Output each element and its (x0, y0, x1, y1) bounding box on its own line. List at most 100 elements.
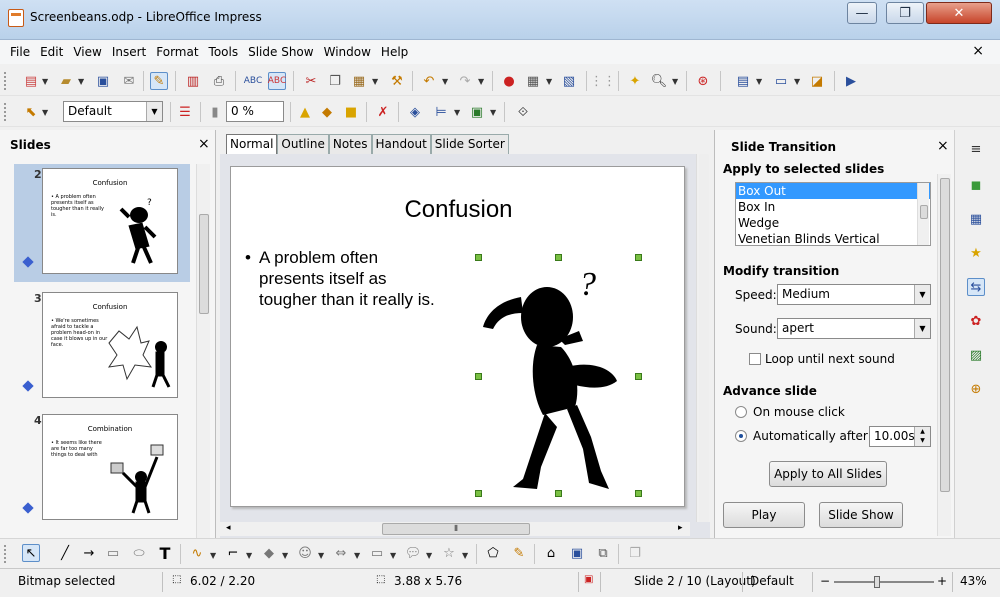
chevron-down-icon[interactable]: ▼ (390, 551, 396, 560)
redo-icon[interactable]: ↷ (456, 72, 474, 90)
slide-thumbnail-3[interactable]: 3 Confusion • We're sometimes afraid to … (14, 288, 190, 406)
chevron-down-icon[interactable]: ▼ (78, 77, 84, 86)
email-icon[interactable]: ✉ (120, 72, 138, 90)
close-slides-pane-icon[interactable]: × (198, 136, 210, 152)
spellcheck-icon[interactable]: ABC (244, 72, 262, 90)
select-arrow-style-icon[interactable]: ⬉ (22, 103, 40, 121)
stars-icon[interactable]: ☆ (440, 544, 458, 562)
close-window-button[interactable]: ✕ (926, 2, 992, 24)
grid-icon[interactable]: ⋮⋮ (590, 72, 616, 90)
copy-icon[interactable]: ❐ (326, 72, 344, 90)
text-tool-icon[interactable]: T (156, 544, 174, 563)
minimize-button[interactable]: — (847, 2, 877, 24)
effects-list-scrollbar[interactable] (917, 183, 929, 245)
sound-select[interactable]: apert ▼ (777, 318, 931, 339)
callouts-icon[interactable]: 💬︎ (404, 544, 422, 562)
transparency-spinbox[interactable]: 0 % (226, 101, 284, 122)
points-icon[interactable]: ⬠ (484, 544, 502, 562)
symbol-shapes-icon[interactable]: ☺ (296, 544, 314, 562)
speed-select[interactable]: Medium ▼ (777, 284, 931, 305)
scrollbar-thumb[interactable] (940, 178, 950, 492)
selection-handle[interactable] (635, 373, 642, 380)
menu-window[interactable]: Window (320, 45, 375, 59)
scrollbar-thumb[interactable] (199, 214, 209, 314)
properties-cube-icon[interactable]: ◼ (967, 176, 985, 194)
flowchart-icon[interactable]: ▭ (368, 544, 386, 562)
line-arrow-icon[interactable]: → (80, 544, 98, 562)
ellipse-icon[interactable]: ⬭ (130, 544, 148, 562)
slide-canvas[interactable]: Confusion • A problem often presents itse… (230, 166, 685, 507)
chevron-down-icon[interactable]: ▼ (756, 77, 762, 86)
tab-slide-sorter[interactable]: Slide Sorter (430, 134, 509, 154)
tab-handout[interactable]: Handout (371, 134, 431, 154)
selection-handle[interactable] (475, 254, 482, 261)
line-style-icon[interactable]: ☰ (176, 103, 194, 121)
chevron-down-icon[interactable]: ▼ (282, 551, 288, 560)
chevron-down-icon[interactable]: ▼ (914, 319, 930, 338)
start-slideshow-icon[interactable]: ▶ (842, 72, 860, 90)
advance-time-spinbox[interactable]: 10.00sec ▲ ▼ (869, 426, 931, 447)
menu-format[interactable]: Format (152, 45, 202, 59)
selection-handle[interactable] (635, 490, 642, 497)
slide-layout-icon[interactable]: ▭ (772, 72, 790, 90)
fontwork-icon[interactable]: ⌂ (542, 544, 560, 562)
autospellcheck-icon[interactable]: ABC (268, 72, 286, 90)
save-icon[interactable]: ▣ (94, 72, 112, 90)
connector-icon[interactable]: ⌐ (224, 544, 242, 562)
zoom-slider-thumb[interactable] (874, 576, 880, 588)
style-combobox[interactable]: Default ▼ (63, 101, 163, 122)
toolbar-grip[interactable] (4, 103, 8, 121)
effect-box-out[interactable]: Box Out (736, 183, 930, 199)
table-icon[interactable]: ▦ (524, 72, 542, 90)
master-pages-icon[interactable]: ▦ (967, 210, 985, 228)
scrollbar-thumb[interactable] (920, 205, 928, 219)
chevron-down-icon[interactable]: ▼ (454, 108, 460, 117)
tab-notes[interactable]: Notes (328, 134, 372, 154)
chevron-down-icon[interactable]: ▼ (42, 77, 48, 86)
fill-color-icon[interactable]: ◆ (318, 103, 336, 121)
sidebar-menu-icon[interactable]: ≡ (967, 140, 985, 158)
menu-tools[interactable]: Tools (205, 45, 243, 59)
zoom-slider[interactable] (834, 576, 934, 588)
selection-handle[interactable] (635, 254, 642, 261)
crop-icon[interactable]: ✗ (374, 103, 392, 121)
open-folder-icon[interactable]: ▰ (57, 72, 75, 90)
new-document-icon[interactable]: ▤ (22, 72, 40, 90)
chevron-down-icon[interactable]: ▼ (914, 285, 930, 304)
edit-file-icon[interactable]: ✎ (150, 72, 168, 90)
close-transition-pane-icon[interactable]: × (937, 138, 949, 154)
styles-icon[interactable]: ✿ (967, 312, 985, 330)
chevron-down-icon[interactable]: ▼ (546, 77, 552, 86)
menu-slide-show[interactable]: Slide Show (244, 45, 317, 59)
chevron-down-icon[interactable]: ▼ (672, 77, 678, 86)
chevron-down-icon[interactable]: ▼ (146, 102, 162, 121)
arrange-icon[interactable]: ▣ (468, 103, 486, 121)
menu-edit[interactable]: Edit (36, 45, 67, 59)
undo-icon[interactable]: ↶ (420, 72, 438, 90)
glue-points-icon[interactable]: ✎ (510, 544, 528, 562)
align-icon[interactable]: ⊨ (432, 103, 450, 121)
print-icon[interactable]: ⎙ (210, 72, 228, 90)
apply-to-all-slides-button[interactable]: Apply to All Slides (769, 461, 887, 487)
toolbar-grip[interactable] (4, 72, 8, 90)
document-modified-icon[interactable]: ▣ (584, 574, 593, 585)
navigator-compass-icon[interactable]: ⊕ (967, 380, 985, 398)
selection-handle[interactable] (475, 490, 482, 497)
confused-figure-image[interactable]: ? (479, 257, 643, 497)
scroll-right-icon[interactable]: ▸ (678, 523, 683, 533)
zoom-level[interactable]: 43% (960, 574, 987, 588)
zoom-icon[interactable]: 🔍︎ (650, 72, 668, 90)
selection-handle[interactable] (555, 490, 562, 497)
maximize-button[interactable]: ❐ (886, 2, 924, 24)
automatically-after-radio[interactable] (735, 430, 747, 442)
chart-icon[interactable]: ● (500, 72, 518, 90)
chevron-down-icon[interactable]: ▼ (372, 77, 378, 86)
transparency-icon[interactable]: ▮ (206, 103, 224, 121)
effects-star-icon[interactable]: ✦ (626, 72, 644, 90)
slide-transition-icon[interactable]: ⇆ (967, 278, 985, 296)
slides-pane-scrollbar[interactable] (196, 164, 210, 538)
scrollbar-thumb[interactable]: ⦀ (382, 523, 530, 535)
chevron-down-icon[interactable]: ▼ (442, 77, 448, 86)
zoom-in-icon[interactable]: + (937, 574, 947, 588)
paste-icon[interactable]: ▦ (350, 72, 368, 90)
